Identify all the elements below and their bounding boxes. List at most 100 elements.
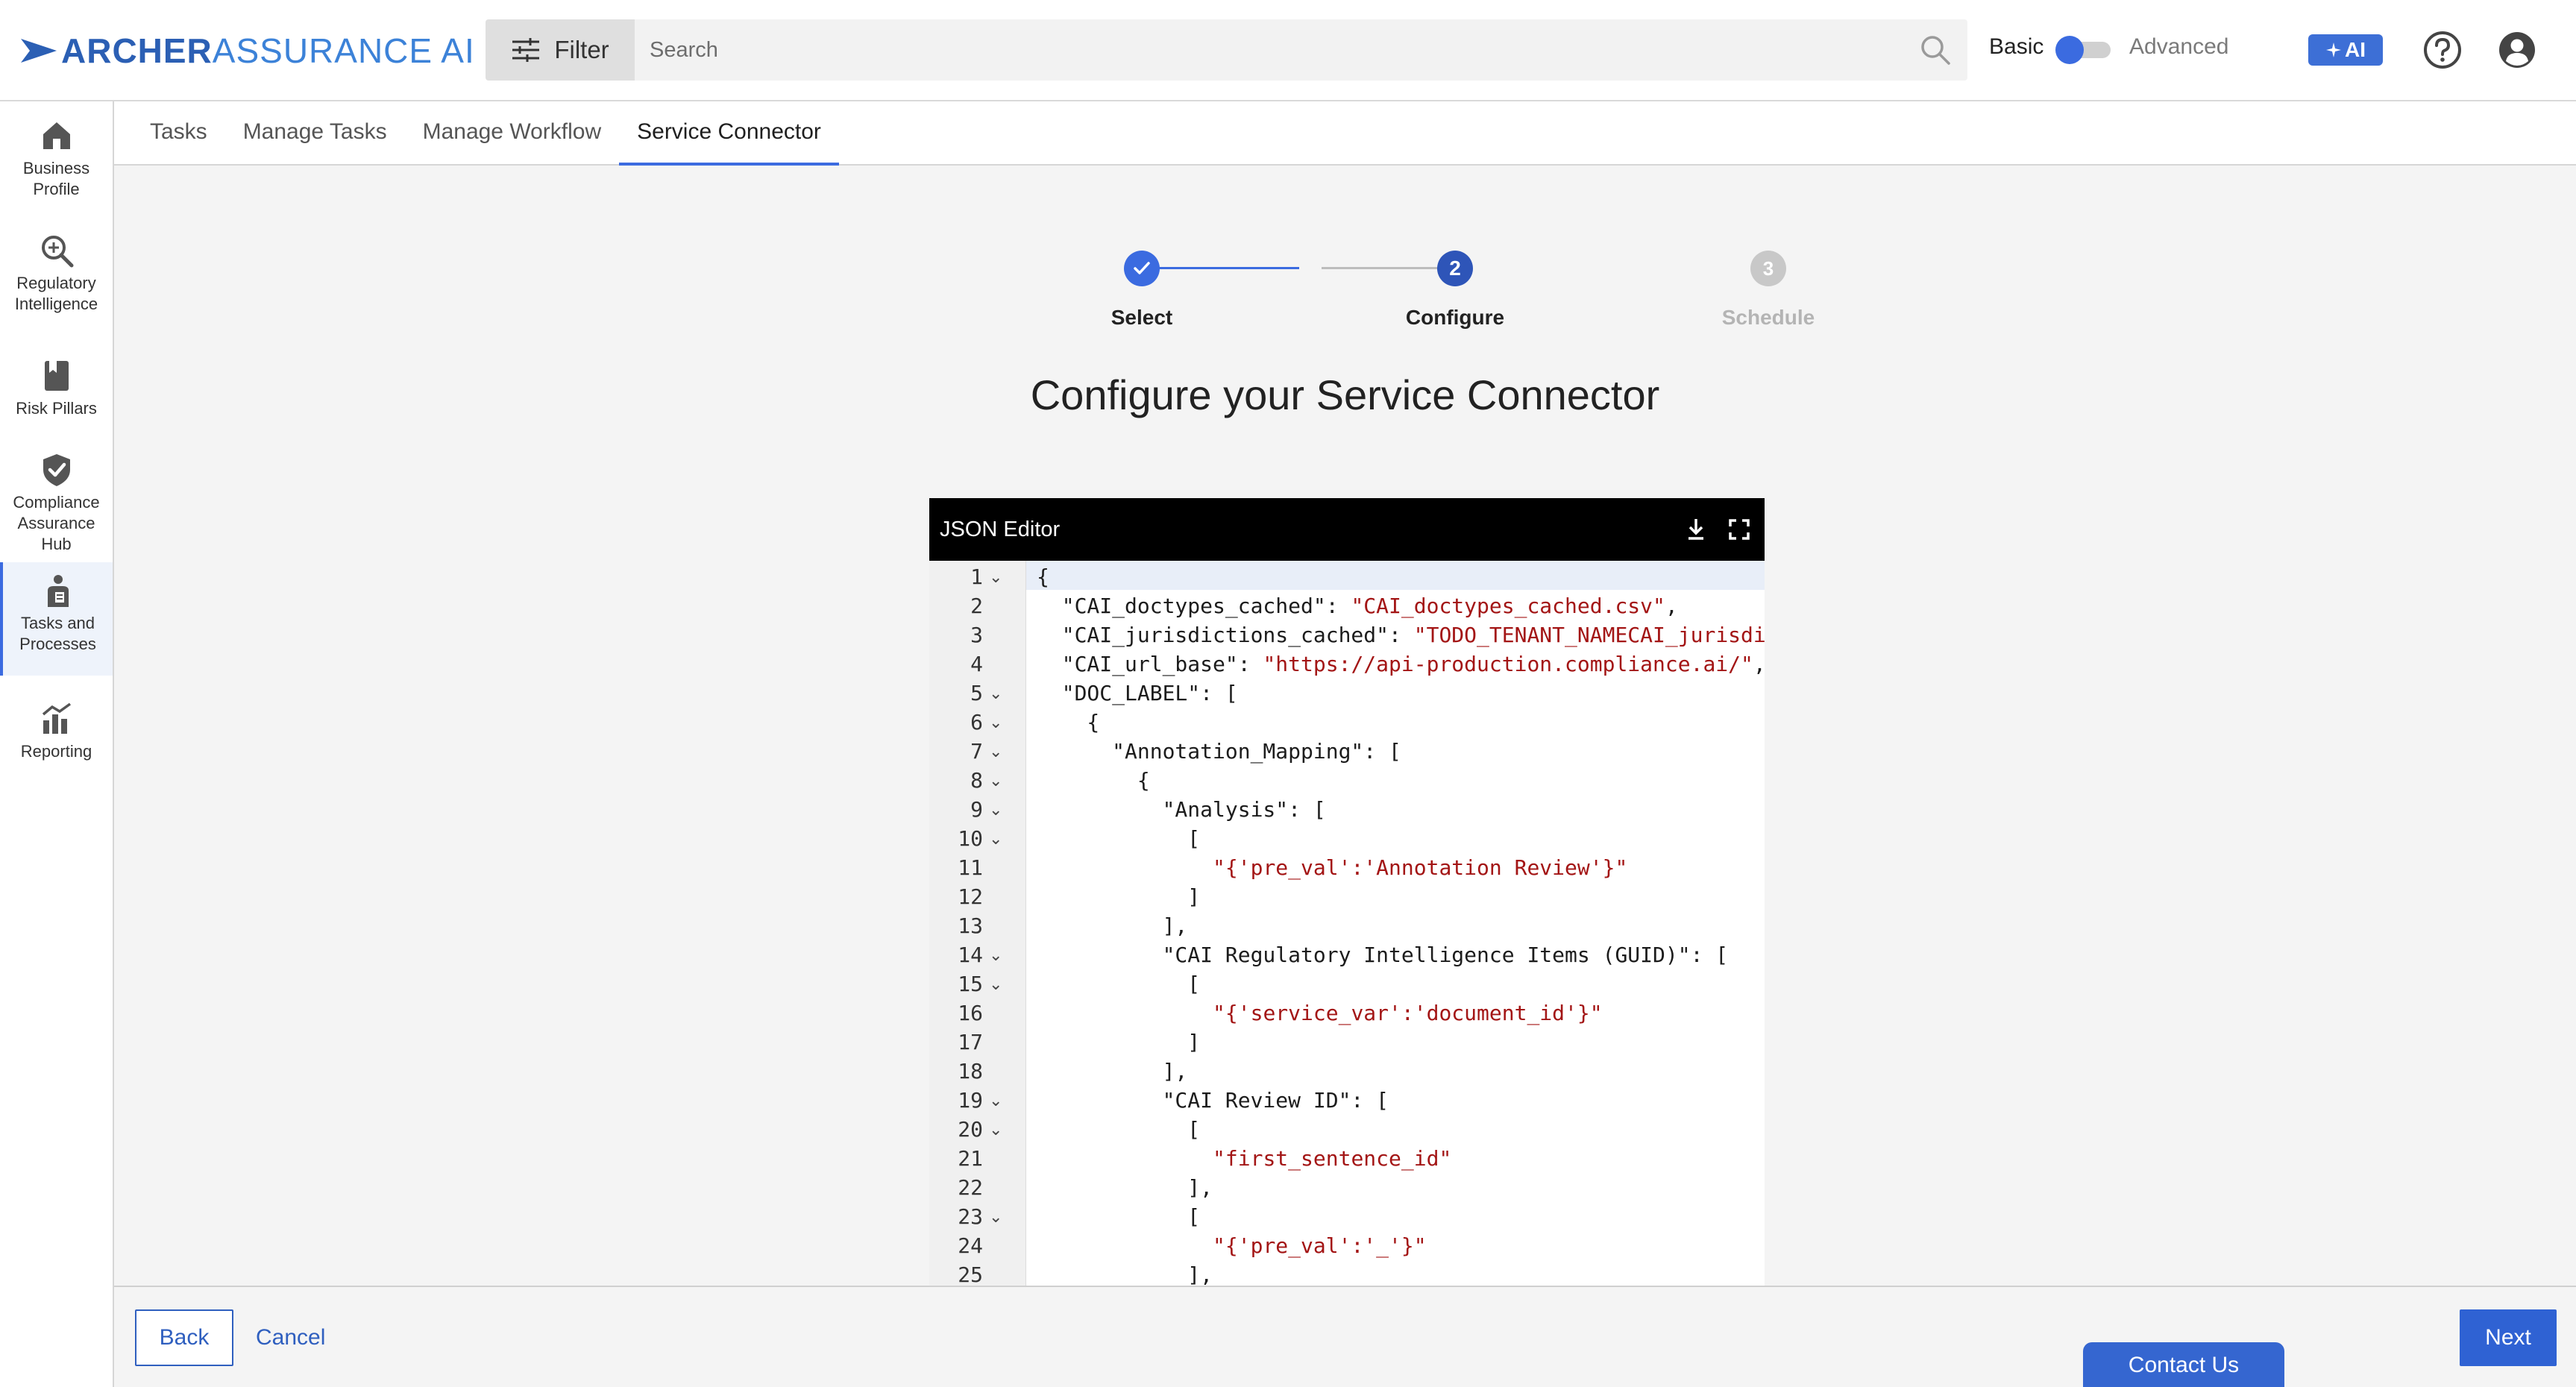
code-key: "Annotation_Mapping": [ bbox=[1037, 739, 1401, 764]
checkmark-icon bbox=[1134, 262, 1150, 274]
logo-text: ARCHERASSURANCE AI bbox=[61, 31, 475, 70]
sidebar-item-risk-pillars[interactable]: Risk Pillars bbox=[0, 358, 113, 419]
code-line: "Analysis": [ bbox=[1037, 795, 1326, 824]
sidebar-item-compliance-assurance-hub[interactable]: Compliance Assurance Hub bbox=[0, 452, 113, 555]
download-icon[interactable] bbox=[1683, 516, 1709, 543]
code-line: ], bbox=[1037, 1173, 1213, 1202]
fold-toggle-icon[interactable]: ⌄ bbox=[989, 795, 1004, 824]
code-string-value: "{'pre_val':'_'}" bbox=[1213, 1233, 1427, 1258]
code-line: "Annotation_Mapping": [ bbox=[1037, 737, 1401, 766]
ai-button[interactable]: AI bbox=[2308, 34, 2383, 66]
back-button[interactable]: Back bbox=[135, 1309, 233, 1366]
line-number: 6 bbox=[970, 710, 983, 735]
tab-manage-workflow[interactable]: Manage Workflow bbox=[405, 101, 620, 166]
tab-manage-tasks[interactable]: Manage Tasks bbox=[225, 101, 405, 166]
sidebar-item-label: Regulatory bbox=[16, 274, 96, 292]
code-key: ] bbox=[1037, 1030, 1201, 1054]
line-number: 1 bbox=[970, 564, 983, 589]
sidebar-item-label: Intelligence bbox=[14, 295, 98, 313]
line-number: 13 bbox=[958, 913, 983, 938]
code-key: "Analysis": [ bbox=[1037, 797, 1326, 822]
step-2-circle[interactable]: 2 bbox=[1437, 251, 1473, 286]
code-line: "CAI_url_base": "https://api-production.… bbox=[1037, 650, 1765, 679]
search-input[interactable] bbox=[650, 19, 1888, 81]
code-line: [ bbox=[1037, 824, 1200, 853]
code-key: [ bbox=[1037, 1117, 1201, 1142]
code-key: ], bbox=[1037, 1175, 1213, 1200]
toggle-knob bbox=[2055, 36, 2084, 64]
step-1-circle[interactable] bbox=[1124, 251, 1160, 286]
sidebar-item-label: Hub bbox=[41, 535, 72, 553]
shield-check-icon bbox=[43, 454, 70, 486]
sidebar-item-tasks-and-processes[interactable]: Tasks and Processes bbox=[0, 562, 113, 676]
stepper: 2 3 Select Configure Schedule bbox=[1031, 248, 1815, 330]
step-3-circle: 3 bbox=[1750, 251, 1786, 286]
filter-sliders-icon bbox=[512, 38, 540, 62]
sidebar-item-regulatory-intelligence[interactable]: Regulatory Intelligence bbox=[0, 233, 113, 315]
code-line: "CAI_jurisdictions_cached": "TODO_TENANT… bbox=[1037, 620, 1765, 650]
home-icon bbox=[43, 122, 70, 149]
sidebar-item-reporting[interactable]: Reporting bbox=[0, 701, 113, 762]
code-line: [ bbox=[1037, 1202, 1200, 1231]
cancel-button[interactable]: Cancel bbox=[256, 1309, 325, 1366]
contact-us-button[interactable]: Contact Us bbox=[2083, 1342, 2284, 1387]
fold-toggle-icon[interactable]: ⌄ bbox=[989, 766, 1004, 795]
step-connector-done bbox=[1281, 267, 1299, 269]
code-key: ], bbox=[1037, 1262, 1213, 1286]
sidebar-item-business-profile[interactable]: Business Profile bbox=[0, 118, 113, 200]
top-bar: ARCHERASSURANCE AI Filter Basic Advanced… bbox=[0, 0, 2576, 101]
json-editor[interactable]: JSON Editor 1 ⌄ 2 3 4 5 ⌄ 6 ⌄ 7 ⌄ 8 ⌄ 9 ⌄ 10 ⌄ 11 12 13 14 ⌄ 1… bbox=[929, 498, 1765, 1286]
fullscreen-icon[interactable] bbox=[1726, 516, 1753, 543]
code-key bbox=[1037, 1146, 1213, 1171]
fold-toggle-icon[interactable]: ⌄ bbox=[989, 679, 1004, 708]
sidebar-item-label: Processes bbox=[19, 635, 96, 653]
sidebar-item-label: Risk Pillars bbox=[16, 399, 97, 418]
code-line: "first_sentence_id" bbox=[1037, 1144, 1451, 1173]
line-number: 19 bbox=[958, 1088, 983, 1113]
footer-bar: Back Cancel Contact Us Next bbox=[114, 1286, 2576, 1387]
code-line: ] bbox=[1037, 882, 1200, 911]
sidebar-item-label: Assurance bbox=[17, 514, 95, 532]
mode-advanced-label: Advanced bbox=[2129, 34, 2229, 59]
next-button[interactable]: Next bbox=[2460, 1309, 2557, 1366]
tab-service-connector[interactable]: Service Connector bbox=[619, 101, 839, 166]
line-number: 7 bbox=[970, 739, 983, 764]
line-number: 2 bbox=[970, 594, 983, 618]
fold-toggle-icon[interactable]: ⌄ bbox=[989, 824, 1004, 853]
tab-bar: Tasks Manage Tasks Manage Workflow Servi… bbox=[114, 101, 2576, 166]
code-string-value: "{'pre_val':'Annotation Review'}" bbox=[1213, 855, 1628, 880]
code-line: "CAI_doctypes_cached": "CAI_doctypes_cac… bbox=[1037, 591, 1678, 620]
code-key: [ bbox=[1037, 1204, 1201, 1229]
line-number: 21 bbox=[958, 1146, 983, 1171]
code-key: { bbox=[1037, 768, 1150, 793]
code-line: { bbox=[1037, 708, 1099, 737]
line-number: 8 bbox=[970, 768, 983, 793]
fold-toggle-icon[interactable]: ⌄ bbox=[989, 1086, 1004, 1115]
fold-toggle-icon[interactable]: ⌄ bbox=[989, 1202, 1004, 1231]
mode-toggle[interactable] bbox=[2055, 36, 2112, 64]
fold-toggle-icon[interactable]: ⌄ bbox=[989, 1115, 1004, 1144]
help-icon[interactable] bbox=[2422, 30, 2463, 70]
code-line: "CAI Regulatory Intelligence Items (GUID… bbox=[1037, 940, 1729, 969]
filter-label: Filter bbox=[554, 36, 609, 63]
book-icon bbox=[44, 361, 69, 391]
fold-toggle-icon[interactable]: ⌄ bbox=[989, 562, 1004, 591]
search-icon[interactable] bbox=[1920, 34, 1951, 66]
app-logo[interactable]: ARCHERASSURANCE AI bbox=[19, 30, 475, 72]
code-line: "{'pre_val':'_'}" bbox=[1037, 1231, 1427, 1260]
filter-button[interactable]: Filter bbox=[486, 19, 635, 81]
code-area[interactable]: { "CAI_doctypes_cached": "CAI_doctypes_c… bbox=[1026, 561, 1765, 1286]
user-icon[interactable] bbox=[2497, 30, 2537, 70]
step-3-label: Schedule bbox=[1721, 306, 1815, 329]
code-string-value: "{'service_var':'document_id'}" bbox=[1213, 1001, 1603, 1025]
tab-tasks[interactable]: Tasks bbox=[132, 101, 225, 166]
line-number-gutter: 1 ⌄ 2 3 4 5 ⌄ 6 ⌄ 7 ⌄ 8 ⌄ 9 ⌄ 10 ⌄ 11 12 13 14 ⌄ 15 ⌄ 16 17 18 19 ⌄ 2… bbox=[929, 561, 1026, 1286]
fold-toggle-icon[interactable]: ⌄ bbox=[989, 737, 1004, 766]
line-number: 24 bbox=[958, 1233, 983, 1258]
fold-toggle-icon[interactable]: ⌄ bbox=[989, 940, 1004, 969]
fold-toggle-icon[interactable]: ⌄ bbox=[989, 708, 1004, 737]
mode-basic-label: Basic bbox=[1989, 34, 2044, 59]
line-number: 18 bbox=[958, 1059, 983, 1084]
step-2-label: Configure bbox=[1405, 306, 1505, 329]
fold-toggle-icon[interactable]: ⌄ bbox=[989, 969, 1004, 998]
